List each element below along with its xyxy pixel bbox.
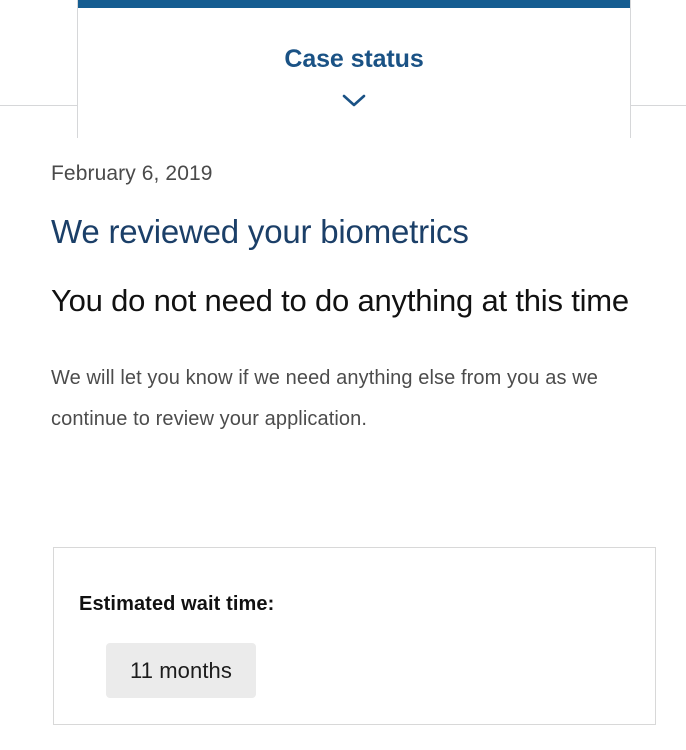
- tab-accent-bar: [78, 0, 630, 8]
- case-status-tab[interactable]: Case status: [77, 0, 631, 138]
- status-heading: We reviewed your biometrics: [51, 213, 469, 250]
- status-body-text: We will let you know if we need anything…: [51, 367, 599, 430]
- estimated-wait-time-panel: Estimated wait time: 11 months: [53, 547, 656, 725]
- estimated-wait-time-chip: 11 months: [106, 643, 256, 698]
- chevron-down-icon[interactable]: [341, 92, 367, 110]
- case-status-tab-strip: Case status: [0, 0, 686, 140]
- status-subheading: You do not need to do anything at this t…: [51, 283, 629, 318]
- case-status-page: Case status February 6, 2019 We reviewed…: [0, 0, 686, 750]
- estimated-wait-time-label: Estimated wait time:: [79, 593, 275, 615]
- status-date: February 6, 2019: [51, 162, 213, 185]
- tab-title-case-status: Case status: [284, 45, 424, 73]
- status-update-block: February 6, 2019 We reviewed your biomet…: [51, 160, 661, 440]
- estimated-wait-time-value: 11 months: [130, 657, 232, 683]
